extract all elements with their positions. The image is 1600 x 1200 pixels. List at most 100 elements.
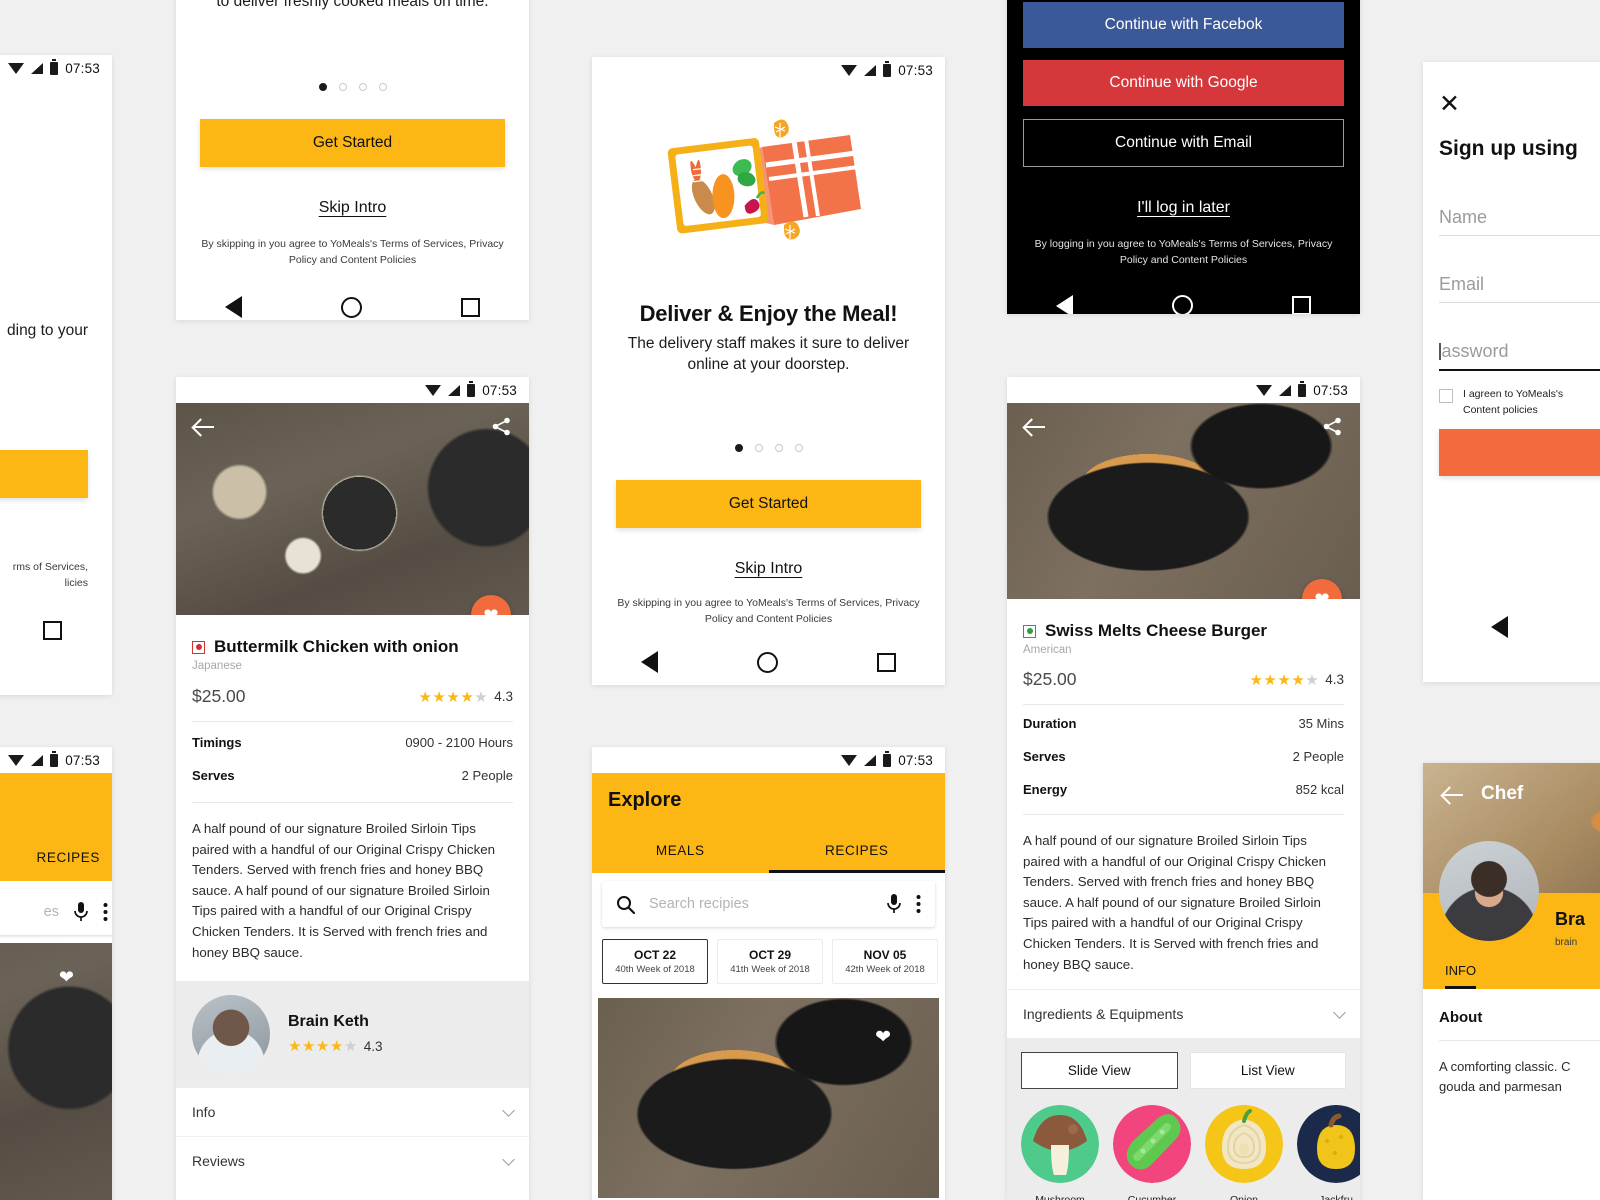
- star-rating-icons: ★ ★ ★ ★ ★: [418, 688, 488, 706]
- nav-recents-icon[interactable]: [1291, 296, 1311, 314]
- accordion-reviews-label: Reviews: [192, 1153, 245, 1170]
- legal-text-line1: rms of Services,: [12, 560, 88, 573]
- pager-dot-2[interactable]: [754, 443, 763, 452]
- password-field[interactable]: assword: [1439, 341, 1600, 371]
- signup-submit-button[interactable]: [1439, 428, 1600, 476]
- ingredient-item[interactable]: Jackfru: [1297, 1105, 1360, 1200]
- signal-icon: [448, 384, 461, 396]
- favorite-icon[interactable]: ❤: [59, 967, 74, 988]
- favorite-button[interactable]: ❤: [1302, 579, 1342, 599]
- recipe-rating: ★ ★ ★ ★ ★ 4.3: [418, 688, 513, 706]
- nav-recents-icon[interactable]: [460, 297, 480, 317]
- chef-name: Bra: [1555, 909, 1586, 929]
- slide-view-button[interactable]: Slide View: [1021, 1052, 1178, 1090]
- ingredient-item[interactable]: Mushroom: [1021, 1105, 1099, 1200]
- tab-recipes[interactable]: RECIPES: [768, 832, 945, 873]
- favorite-icon[interactable]: ❤: [875, 1026, 891, 1049]
- password-placeholder: assword: [1441, 341, 1509, 361]
- chevron-down-icon: [502, 1152, 515, 1166]
- date-chip[interactable]: OCT 22 40th Week of 2018: [602, 939, 708, 984]
- chef-card[interactable]: Brain Keth ★ ★ ★ ★ ★ 4.3: [176, 981, 529, 1088]
- name-field[interactable]: Name: [1439, 207, 1600, 236]
- close-icon[interactable]: ✕: [1439, 92, 1600, 117]
- share-icon[interactable]: [492, 417, 511, 436]
- search-bar[interactable]: es: [0, 889, 112, 935]
- android-nav-bar: [592, 639, 945, 685]
- list-view-button[interactable]: List View: [1189, 1052, 1346, 1090]
- wifi-icon: [841, 754, 858, 766]
- pager-dot-3[interactable]: [358, 82, 367, 91]
- wifi-icon: [841, 64, 858, 76]
- share-icon[interactable]: [1323, 417, 1342, 436]
- status-time: 07:53: [1313, 382, 1348, 398]
- recipe-price: $25.00: [192, 686, 246, 706]
- phone-signup: ✕ Sign up using Name Email assword I agr…: [1423, 62, 1600, 682]
- search-input[interactable]: Search recipies: [649, 896, 872, 912]
- get-started-button[interactable]: Get Started: [616, 479, 921, 528]
- consent-checkbox-row[interactable]: I agreen to YoMeals's Content policies: [1439, 387, 1600, 419]
- chevron-down-icon: [502, 1103, 515, 1117]
- accordion-ingredients[interactable]: Ingredients & Equipments: [1007, 989, 1360, 1038]
- skip-intro-link[interactable]: Skip Intro: [200, 199, 505, 217]
- pager-dot-4[interactable]: [378, 82, 387, 91]
- date-chip[interactable]: OCT 29 41th Week of 2018: [717, 939, 823, 984]
- divider: [192, 802, 513, 803]
- continue-with-google-button[interactable]: Continue with Google: [1023, 60, 1344, 106]
- status-time: 07:53: [898, 752, 933, 768]
- email-field[interactable]: Email: [1439, 274, 1600, 303]
- nav-back-icon[interactable]: [641, 651, 659, 674]
- continue-with-email-button[interactable]: Continue with Email: [1023, 119, 1344, 167]
- tab-meals[interactable]: MEALS: [592, 832, 769, 873]
- nav-home-icon[interactable]: [756, 651, 778, 673]
- row-value: 0900 - 2100 Hours: [405, 735, 513, 750]
- star-rating-icons: ★ ★ ★ ★ ★: [1249, 671, 1319, 689]
- ingredient-item[interactable]: Cucumber: [1113, 1105, 1191, 1200]
- nav-recents-icon[interactable]: [876, 652, 896, 672]
- pager-dot-1[interactable]: [734, 443, 743, 452]
- phone-recipe-detail: 07:53 ❤ Buttermilk Chicken with onion Ja…: [176, 377, 529, 1200]
- get-started-button[interactable]: [0, 449, 88, 498]
- pager-dot-2[interactable]: [338, 82, 347, 91]
- search-input[interactable]: es: [0, 904, 59, 920]
- phone-burger-detail: 07:53 ❤ Swiss Melts Cheese Burger Americ…: [1007, 377, 1360, 1200]
- pager-dot-3[interactable]: [774, 443, 783, 452]
- tab-info[interactable]: INFO: [1445, 963, 1477, 989]
- recipe-card-image[interactable]: ❤: [598, 998, 939, 1198]
- nav-recents-icon[interactable]: [43, 620, 63, 640]
- date-chip[interactable]: NOV 05 42th Week of 2018: [832, 939, 938, 984]
- accordion-reviews[interactable]: Reviews: [176, 1136, 529, 1185]
- date-chip-list: OCT 22 40th Week of 2018 OCT 29 41th Wee…: [592, 935, 945, 992]
- ingredient-item[interactable]: Onion: [1205, 1105, 1283, 1200]
- phone-explore-partial-left: 07:53 RECIPES es ❤: [0, 747, 112, 1200]
- nav-home-icon[interactable]: [340, 296, 362, 318]
- recipe-description: A half pound of our signature Broiled Si…: [192, 821, 496, 960]
- pager-dot-1[interactable]: [318, 82, 327, 91]
- recipe-title: Buttermilk Chicken with onion: [192, 637, 513, 657]
- onboarding-subtitle-fragment: ding to your: [7, 322, 88, 339]
- recipe-cuisine: American: [1023, 644, 1072, 656]
- ingredient-name: Onion: [1205, 1194, 1283, 1200]
- nav-back-icon[interactable]: [225, 296, 243, 319]
- recipe-title-text: Buttermilk Chicken with onion: [214, 637, 459, 656]
- get-started-button[interactable]: Get Started: [200, 118, 505, 167]
- nav-home-icon[interactable]: [1171, 295, 1193, 314]
- chip-week: 41th Week of 2018: [730, 964, 810, 975]
- accordion-info[interactable]: Info: [176, 1087, 529, 1136]
- ingredient-name: Mushroom: [1021, 1194, 1099, 1200]
- overflow-menu-icon: [916, 895, 921, 913]
- consent-checkbox[interactable]: [1439, 389, 1453, 403]
- nav-back-icon[interactable]: [1056, 294, 1074, 314]
- explore-header: Explore MEALS RECIPES: [592, 773, 945, 873]
- nav-back-icon[interactable]: [1491, 615, 1508, 638]
- continue-with-facebook-button[interactable]: Continue with Facebok: [1023, 2, 1344, 48]
- chip-week: 42th Week of 2018: [845, 964, 925, 975]
- recipe-cuisine: Japanese: [192, 660, 242, 672]
- skip-intro-link[interactable]: Skip Intro: [616, 560, 921, 578]
- pager-dot-4[interactable]: [794, 443, 803, 452]
- favorite-button[interactable]: ❤: [471, 595, 511, 615]
- search-bar[interactable]: Search recipies: [602, 881, 935, 927]
- log-in-later-link[interactable]: I'll log in later: [1023, 199, 1344, 217]
- chip-date: OCT 29: [748, 948, 791, 962]
- recipe-hero-image: ❤: [1007, 403, 1360, 599]
- tab-recipes[interactable]: RECIPES: [37, 850, 100, 865]
